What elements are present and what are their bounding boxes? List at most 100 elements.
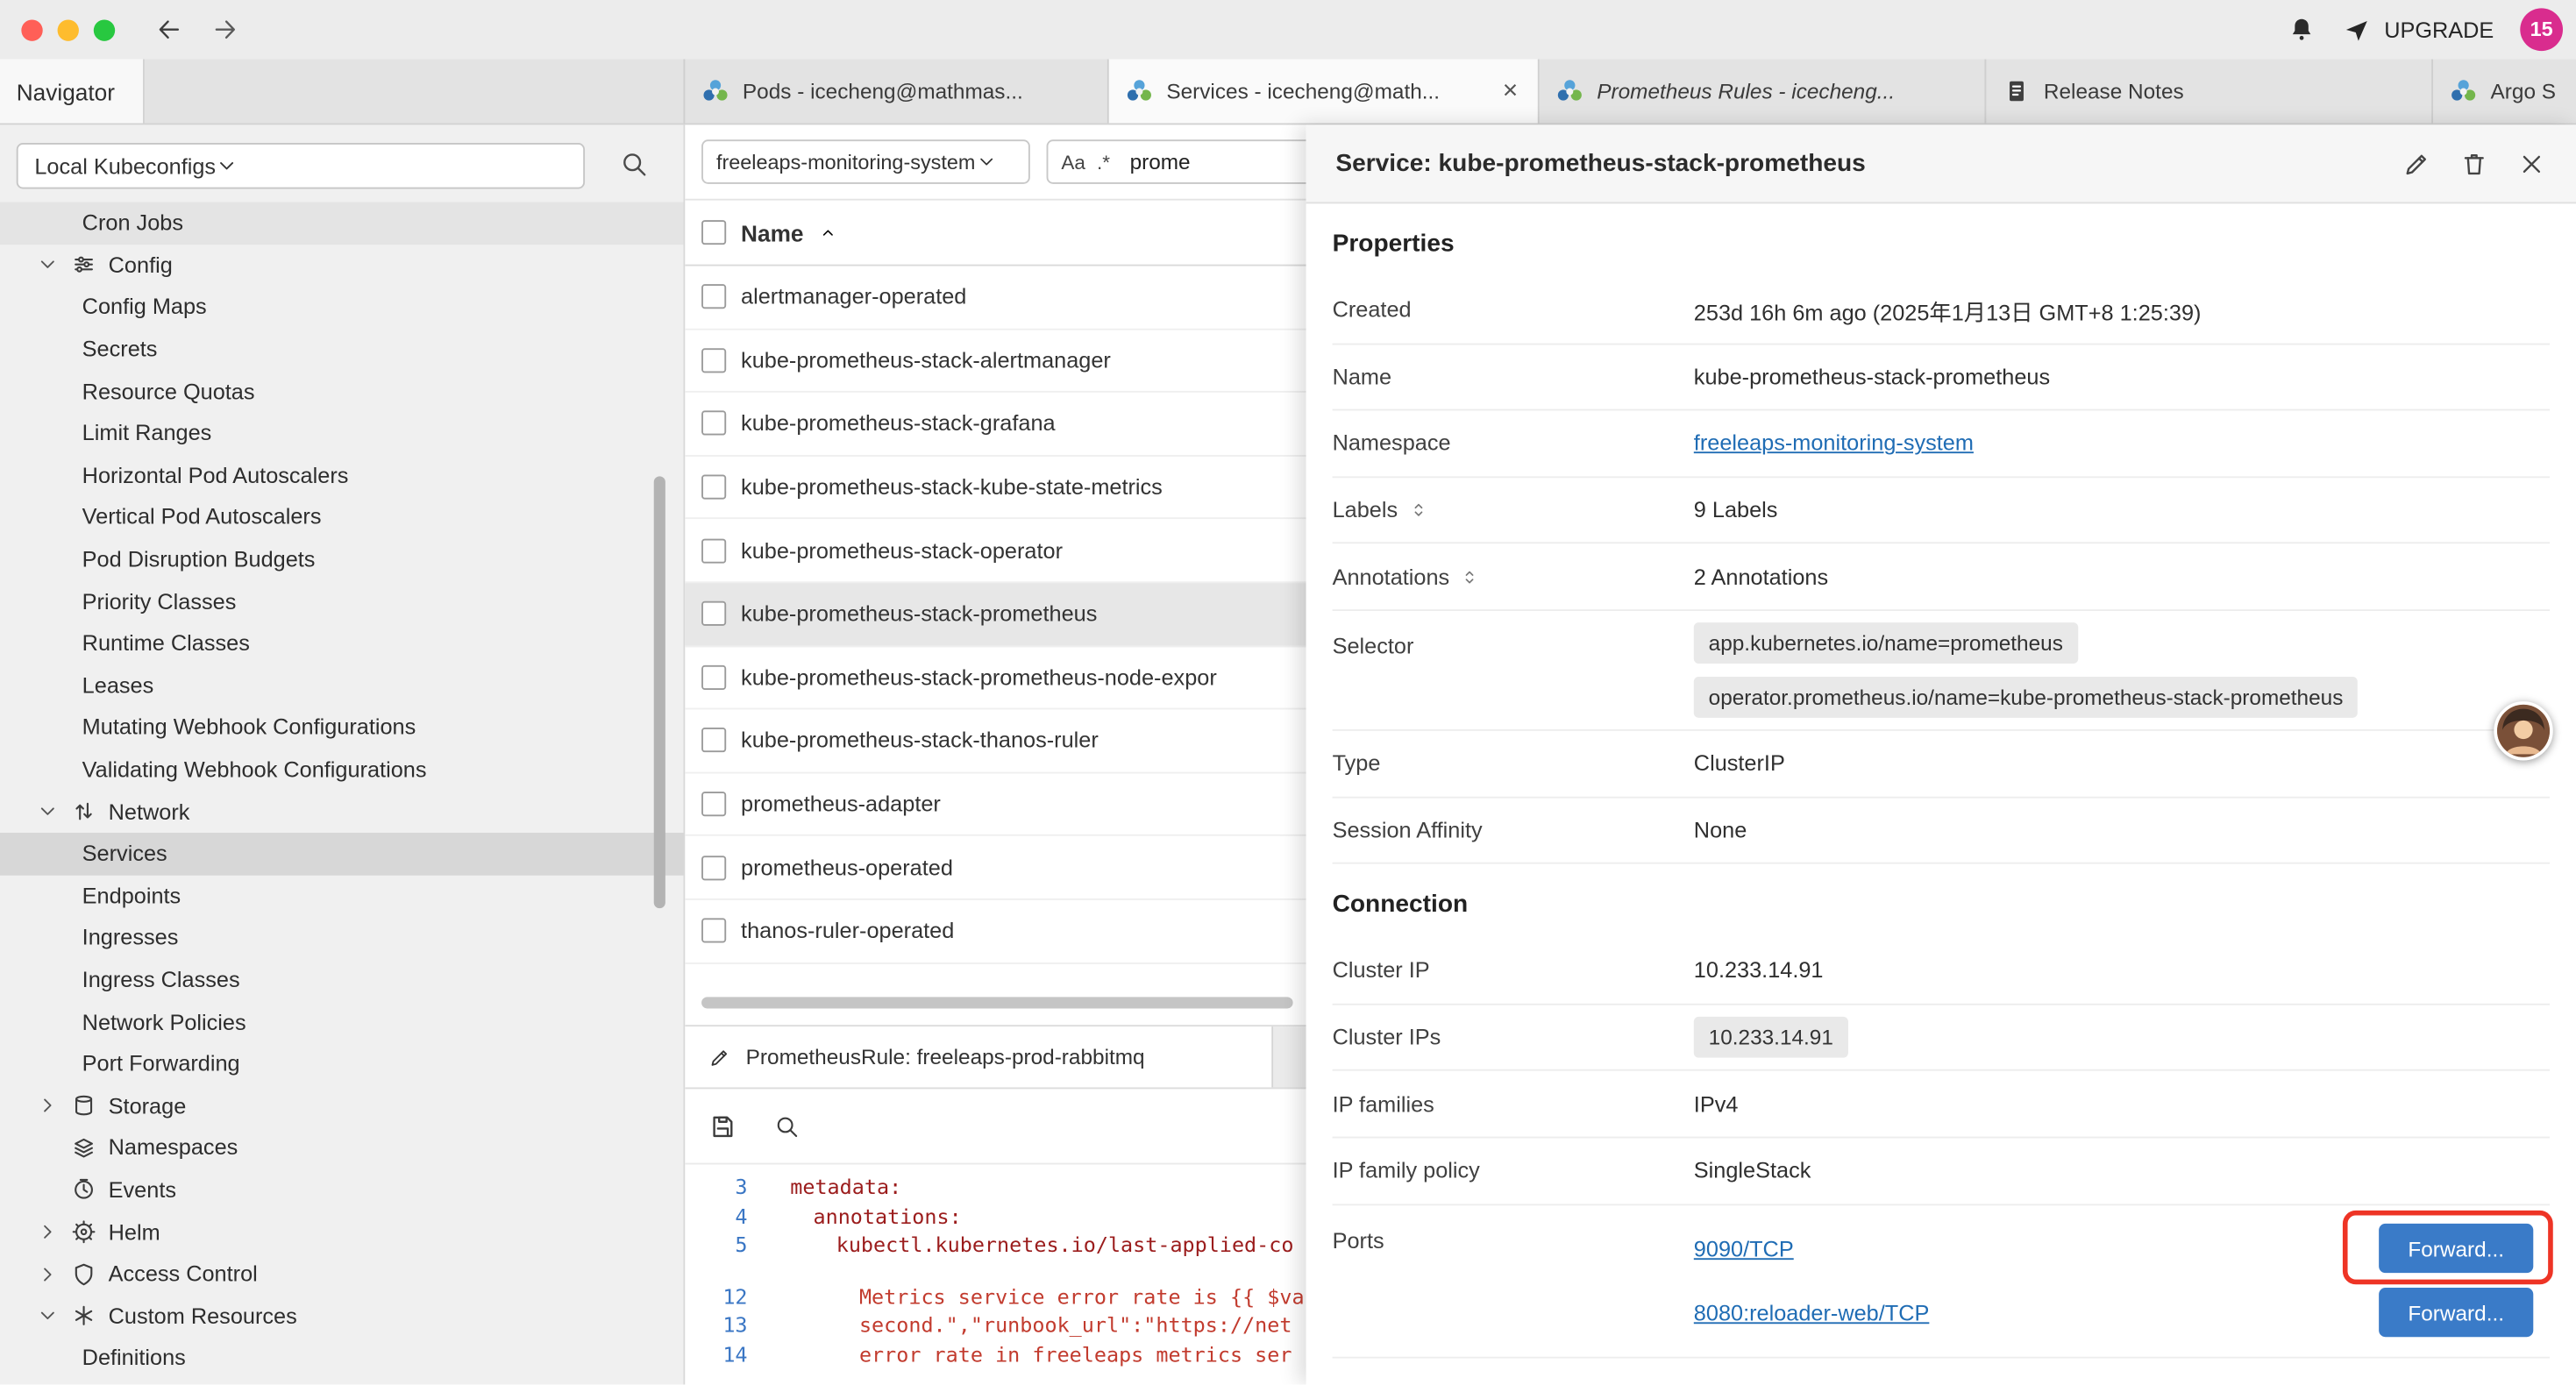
sidebar-item-mutating-webhook-configurations[interactable]: Mutating Webhook Configurations [0, 707, 683, 749]
sidebar-item-events[interactable]: Events [0, 1168, 683, 1211]
navigator-tab[interactable]: Navigator [0, 59, 145, 123]
column-header-name[interactable]: Name [741, 219, 803, 245]
dock-tab-next[interactable] [1273, 1026, 1306, 1087]
sidebar-item-namespaces[interactable]: Namespaces [0, 1126, 683, 1168]
updown-icon[interactable] [1459, 566, 1480, 587]
save-button[interactable] [708, 1112, 738, 1141]
row-checkbox[interactable] [701, 856, 726, 880]
sidebar-item-helm[interactable]: Helm [0, 1211, 683, 1253]
link-freeleaps-monitoring-system[interactable]: freeleaps-monitoring-system [1694, 431, 1974, 456]
row-checkbox[interactable] [701, 475, 726, 500]
back-button[interactable] [154, 15, 184, 45]
row-checkbox[interactable] [701, 538, 726, 563]
row-checkbox[interactable] [701, 601, 726, 626]
sidebar-item-priority-classes[interactable]: Priority Classes [0, 580, 683, 622]
floppy-icon[interactable] [708, 1112, 738, 1141]
port-link-9090-tcp[interactable]: 9090/TCP [1694, 1236, 1794, 1261]
row-checkbox[interactable] [701, 285, 726, 309]
row-checkbox[interactable] [701, 919, 726, 943]
expand-toggle[interactable] [1407, 500, 1428, 521]
sidebar-item-custom-resources[interactable]: Custom Resources [0, 1295, 683, 1337]
sidebar-item-resource-quotas[interactable]: Resource Quotas [0, 370, 683, 412]
close-window-button[interactable] [21, 19, 42, 40]
list-search-input[interactable]: Aa .* prome [1047, 139, 1306, 184]
service-row-thanos-ruler-operated[interactable]: thanos-ruler-operated [685, 900, 1306, 963]
edit-button[interactable] [2402, 149, 2431, 179]
sidebar-item-ingresses[interactable]: Ingresses [0, 917, 683, 959]
close-icon[interactable] [2517, 149, 2547, 179]
trash-icon[interactable] [2459, 149, 2489, 179]
service-row-prometheus-operated[interactable]: prometheus-operated [685, 836, 1306, 899]
dock-tab-prometheusrule[interactable]: PrometheusRule: freeleaps-prod-rabbitmq [685, 1026, 1273, 1087]
row-checkbox[interactable] [701, 728, 726, 753]
port-link-8080-reloader-web-tcp[interactable]: 8080:reloader-web/TCP [1694, 1300, 1930, 1325]
service-row-kube-prometheus-stack-alertmanager[interactable]: kube-prometheus-stack-alertmanager [685, 330, 1306, 393]
sidebar-item-access-control[interactable]: Access Control [0, 1253, 683, 1295]
tab-argo-s[interactable]: Argo S [2433, 59, 2576, 123]
select-all-checkbox[interactable] [701, 220, 726, 245]
sidebar-item-network[interactable]: Network [0, 791, 683, 833]
sidebar-item-leases[interactable]: Leases [0, 664, 683, 707]
sidebar-item-vertical-pod-autoscalers[interactable]: Vertical Pod Autoscalers [0, 496, 683, 538]
search-icon[interactable] [619, 150, 649, 180]
arrow-right-icon[interactable] [210, 15, 240, 45]
sidebar-item-validating-webhook-configurations[interactable]: Validating Webhook Configurations [0, 749, 683, 791]
tab-pods-icecheng-mathmas[interactable]: Pods - icecheng@mathmas... [685, 59, 1108, 123]
row-checkbox[interactable] [701, 792, 726, 816]
close-drawer-button[interactable] [2517, 149, 2547, 179]
close-tab-icon[interactable]: × [1499, 76, 1521, 106]
sidebar-item-endpoints[interactable]: Endpoints [0, 875, 683, 917]
pencil-icon[interactable] [2402, 149, 2431, 179]
forward-nav-button[interactable] [210, 15, 240, 45]
service-row-kube-prometheus-stack-prometheus-node-expor[interactable]: kube-prometheus-stack-prometheus-node-ex… [685, 646, 1306, 709]
row-checkbox[interactable] [701, 411, 726, 436]
sidebar-item-config-maps[interactable]: Config Maps [0, 286, 683, 328]
sidebar-item-network-policies[interactable]: Network Policies [0, 1001, 683, 1043]
service-row-alertmanager-operated[interactable]: alertmanager-operated [685, 266, 1306, 330]
service-row-kube-prometheus-stack-kube-state-metrics[interactable]: kube-prometheus-stack-kube-state-metrics [685, 456, 1306, 519]
service-row-prometheus-adapter[interactable]: prometheus-adapter [685, 773, 1306, 836]
notification-count-badge[interactable]: 15 [2520, 8, 2563, 51]
kubeconfig-selector[interactable]: Local Kubeconfigs [17, 143, 585, 188]
notifications-button[interactable] [2288, 15, 2317, 45]
search-icon[interactable] [774, 1112, 801, 1139]
sidebar-item-limit-ranges[interactable]: Limit Ranges [0, 412, 683, 454]
arrow-left-icon[interactable] [154, 15, 184, 45]
delete-button[interactable] [2459, 149, 2489, 179]
sidebar-item-pod-disruption-budgets[interactable]: Pod Disruption Budgets [0, 538, 683, 580]
updown-icon[interactable] [1407, 500, 1428, 521]
forward-button[interactable]: Forward... [2379, 1224, 2533, 1273]
service-row-kube-prometheus-stack-grafana[interactable]: kube-prometheus-stack-grafana [685, 393, 1306, 456]
service-row-kube-prometheus-stack-prometheus[interactable]: kube-prometheus-stack-prometheus [685, 583, 1306, 646]
upgrade-button[interactable]: UPGRADE [2343, 16, 2494, 44]
user-avatar[interactable] [2494, 701, 2552, 760]
service-row-kube-prometheus-stack-operator[interactable]: kube-prometheus-stack-operator [685, 520, 1306, 583]
horizontal-scrollbar[interactable] [701, 997, 1293, 1008]
expand-toggle[interactable] [1459, 566, 1480, 587]
zoom-window-button[interactable] [94, 19, 115, 40]
yaml-editor[interactable]: 345121314 metadata:annotations:kubectl.k… [685, 1164, 1306, 1385]
sidebar-item-secrets[interactable]: Secrets [0, 328, 683, 370]
tab-release-notes[interactable]: Release Notes [1986, 59, 2433, 123]
sidebar-item-port-forwarding[interactable]: Port Forwarding [0, 1043, 683, 1085]
match-case-toggle[interactable]: Aa [1061, 150, 1085, 173]
sidebar-scrollbar[interactable] [654, 476, 665, 908]
tab-prometheus-rules-icecheng[interactable]: Prometheus Rules - icecheng... [1540, 59, 1987, 123]
sidebar-item-definitions[interactable]: Definitions [0, 1337, 683, 1379]
sidebar-item-config[interactable]: Config [0, 244, 683, 286]
regex-toggle[interactable]: .* [1097, 150, 1110, 173]
editor-search-button[interactable] [774, 1112, 801, 1139]
sidebar-item-runtime-classes[interactable]: Runtime Classes [0, 622, 683, 664]
sidebar-item-services[interactable]: Services [0, 833, 683, 875]
bell-icon[interactable] [2288, 15, 2317, 45]
sidebar-search-button[interactable] [619, 150, 649, 180]
row-checkbox[interactable] [701, 348, 726, 373]
minimize-window-button[interactable] [58, 19, 79, 40]
namespace-filter[interactable]: freeleaps-monitoring-system [701, 139, 1030, 184]
service-row-kube-prometheus-stack-thanos-ruler[interactable]: kube-prometheus-stack-thanos-ruler [685, 710, 1306, 773]
forward-button[interactable]: Forward... [2379, 1288, 2533, 1337]
sidebar-item-storage[interactable]: Storage [0, 1085, 683, 1127]
sidebar-item-cron-jobs[interactable]: Cron Jobs [0, 202, 683, 244]
sidebar-item-ingress-classes[interactable]: Ingress Classes [0, 959, 683, 1001]
row-checkbox[interactable] [701, 665, 726, 690]
